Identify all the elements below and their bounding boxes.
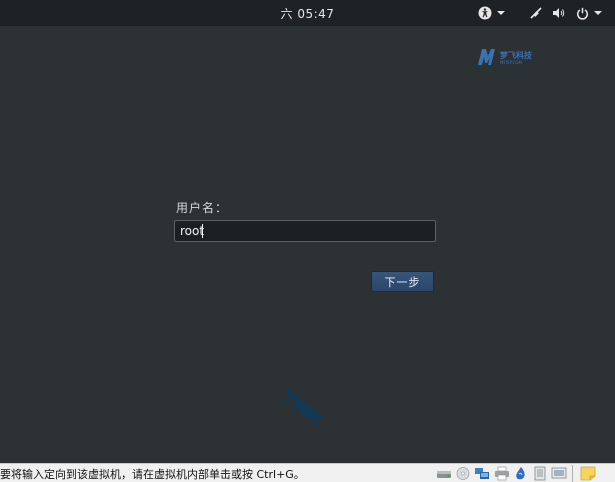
notes-icon[interactable] [580, 466, 596, 481]
message-icon[interactable] [551, 466, 567, 481]
network-adapter-icon[interactable] [474, 466, 490, 481]
logo-mark-icon [478, 49, 495, 65]
username-input[interactable] [174, 220, 436, 242]
chevron-down-icon[interactable] [593, 4, 603, 22]
display-icon[interactable] [532, 466, 548, 481]
power-icon[interactable] [574, 4, 590, 22]
logo-subtext: MFISP.COM [500, 60, 522, 65]
next-button[interactable]: 下一步 [371, 271, 434, 292]
accessibility-icon[interactable] [476, 4, 494, 22]
sound-icon[interactable] [513, 466, 529, 481]
status-message: 要将输入定向到该虚拟机，请在虚拟机内部单击或按 Ctrl+G。 [0, 468, 305, 481]
tray-divider [572, 465, 573, 482]
vm-screen[interactable]: 六 05:47 梦飞科技 MFISP.COM 用户名： root 下一步 要将输… [0, 0, 615, 482]
hard-disk-icon[interactable] [436, 466, 452, 481]
volume-icon[interactable] [551, 4, 567, 22]
printer-icon[interactable] [494, 466, 510, 481]
chevron-down-icon[interactable] [496, 4, 506, 22]
watermark-logo: 梦飞科技 MFISP.COM [478, 48, 540, 68]
text-cursor [202, 224, 203, 238]
username-label: 用户名： [176, 201, 229, 215]
clock[interactable]: 六 05:47 [0, 5, 615, 22]
top-panel: 六 05:47 [0, 0, 615, 26]
network-icon[interactable] [528, 4, 544, 22]
distro-logo-icon [284, 388, 326, 426]
cd-drive-icon[interactable] [455, 466, 471, 481]
host-status-bar: 要将输入定向到该虚拟机，请在虚拟机内部单击或按 Ctrl+G。 [0, 463, 615, 482]
